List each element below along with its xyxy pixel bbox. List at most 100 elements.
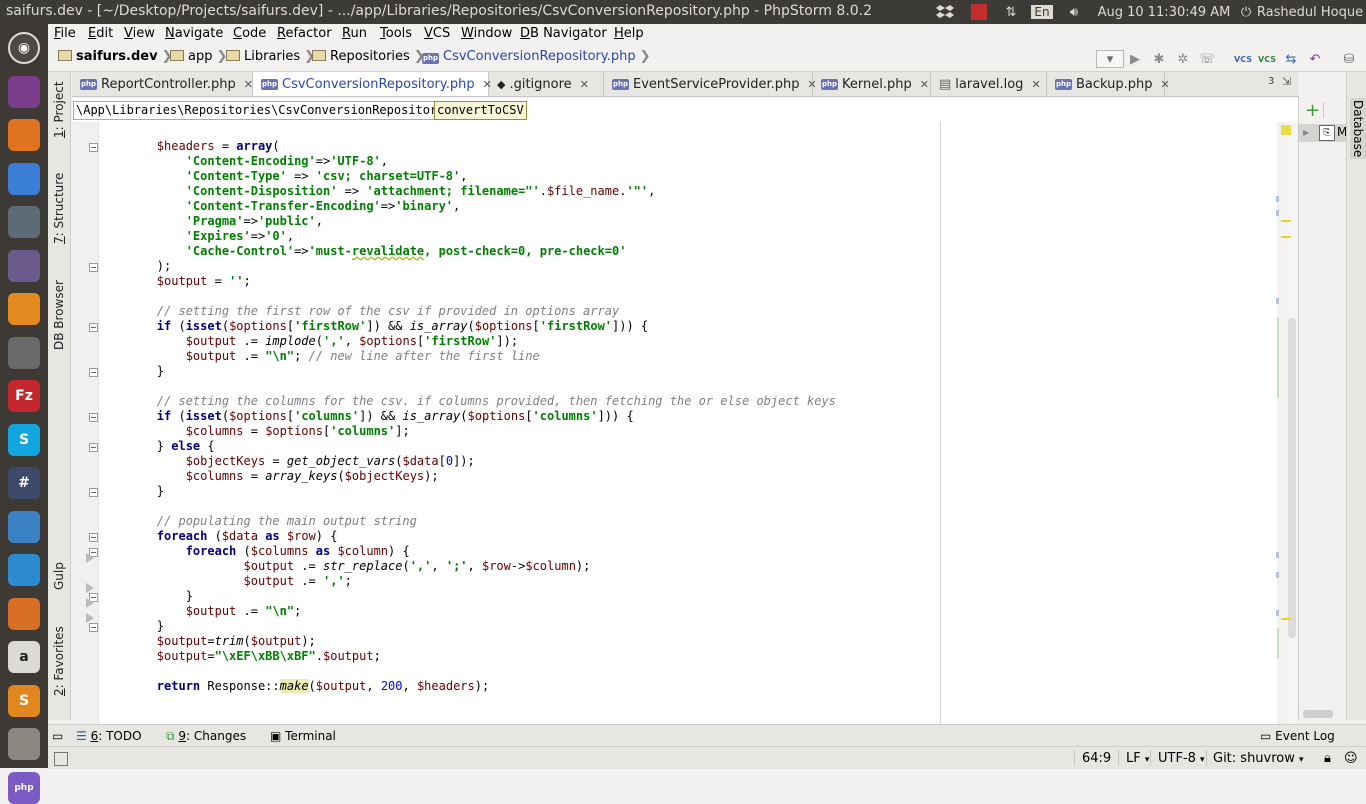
gimp-icon[interactable] [8,597,40,630]
network-icon[interactable]: ⇅ [998,0,1024,24]
method-crumb[interactable]: convertToCSV [434,101,527,120]
menu-code[interactable]: Code [233,26,266,41]
tool-structure[interactable]: 7: Structure [52,173,66,244]
compare-button[interactable]: ⇆ [1282,50,1300,68]
error-stripe[interactable] [1276,552,1279,558]
fold-marker[interactable] [89,143,98,152]
close-icon[interactable]: ✕ [1161,78,1170,91]
app-indicator-icon[interactable] [966,0,992,24]
tool-favorites[interactable]: 2: Favorites [52,626,66,696]
event-log-button[interactable]: ▭ Event Log [1260,729,1335,743]
nav-project[interactable]: saifurs.dev ❯ [58,49,172,64]
tool-project[interactable]: 1: Project [52,81,66,138]
error-stripe[interactable] [1276,572,1279,578]
inspection-status-icon[interactable] [1281,125,1291,135]
tool-gulp[interactable]: Gulp [52,562,66,590]
menu-view[interactable]: View [124,26,155,41]
skype-icon[interactable]: S [8,423,40,456]
menu-run[interactable]: Run [342,26,367,41]
warning-stripe[interactable] [1281,220,1291,222]
code-editor[interactable]: $headers = array( 'Content-Encoding'=>'U… [99,122,1277,724]
add-icon[interactable]: + [1305,100,1320,121]
slack-icon[interactable]: # [8,467,40,499]
run-config-dropdown[interactable]: ▾ [1096,50,1124,68]
fold-marker[interactable] [89,443,98,452]
restore-icon[interactable]: ⇲ [1282,75,1291,88]
close-icon[interactable]: ✕ [580,78,589,91]
fold-marker[interactable] [89,413,98,422]
menu-help[interactable]: Help [614,26,644,41]
lifebuoy-icon[interactable] [8,554,40,586]
tool-terminal[interactable]: ▣ Terminal [270,729,336,743]
phpstorm-icon[interactable]: php [8,771,40,804]
tab-gitignore[interactable]: ◆ .gitignore ✕ [489,72,604,96]
fold-marker[interactable] [89,368,98,377]
tab-csvconversionrepository-php[interactable]: php CsvConversionRepository.php ✕ [253,72,492,96]
line-separator[interactable]: LF ▾ [1126,751,1149,766]
app-grid-icon[interactable] [8,206,40,238]
scrollbar-thumb[interactable] [1288,318,1296,638]
menu-window[interactable]: Window [461,26,512,41]
warning-stripe[interactable] [1281,618,1291,620]
ubuntu-dash-icon[interactable]: ◉ [8,32,40,64]
fold-marker[interactable] [89,533,98,542]
tool-database[interactable]: Database [1350,98,1366,160]
tab-eventserviceprovider-php[interactable]: php EventServiceProvider.php ✕ [604,72,817,96]
toggle-panel-icon[interactable]: ▭ [52,729,63,743]
tab-overflow-indicator[interactable]: 3 [1268,76,1274,87]
debug-button[interactable]: ✱ [1150,50,1168,68]
tab-reportcontroller-php[interactable]: php ReportController.php ✕ [72,72,253,96]
hide-tool-windows-icon[interactable] [54,752,68,766]
vcs-commit-button[interactable]: VCS [1258,50,1276,68]
text-editor-icon[interactable] [8,510,40,543]
nav-item-libraries[interactable]: Libraries ❯ [226,49,315,64]
keyboard-layout-indicator[interactable]: En [1030,0,1054,24]
listen-debug-button[interactable]: ☏ [1198,50,1216,68]
storage-icon[interactable] [8,728,40,760]
fold-marker[interactable] [89,323,98,332]
amazon-icon[interactable]: a [8,641,40,673]
nav-item-app[interactable]: app ❯ [170,49,227,64]
change-marker[interactable] [1277,628,1279,658]
firefox-icon[interactable] [8,119,40,151]
nav-item-repositories[interactable]: Repositories ❯ [312,49,425,64]
caret-position[interactable]: 64:9 [1082,751,1111,766]
coverage-button[interactable]: ✲ [1174,50,1192,68]
avast-icon[interactable] [8,293,40,325]
close-icon[interactable]: ✕ [244,78,253,91]
editor-gutter[interactable] [72,122,99,724]
menu-vcs[interactable]: VCS [424,26,450,41]
lock-icon[interactable]: 🔒︎ [1324,751,1331,766]
error-stripe[interactable] [1276,610,1279,616]
dropbox-icon[interactable] [930,0,960,24]
revert-button[interactable]: ↶ [1306,50,1324,68]
vcs-update-button[interactable]: VCS [1234,50,1252,68]
user-name[interactable]: Rashedul Hoque [1256,0,1364,24]
database-console-button[interactable]: ⛁ [1340,50,1358,68]
db-tree-node[interactable]: ▶ ⎘ M [1299,124,1347,142]
nav-item-file[interactable]: php CsvConversionRepository.php ❯ [422,49,651,64]
atom-icon[interactable] [8,249,40,282]
tool-db-browser[interactable]: DB Browser [52,280,66,350]
clock[interactable]: Aug 10 11:30:49 AM [1094,0,1234,24]
toggle-icon[interactable] [8,336,40,369]
filezilla-icon[interactable]: Fz [8,380,40,412]
class-path-crumb[interactable]: \App\Libraries\Repositories\CsvConversio… [73,101,448,120]
error-stripe[interactable] [1276,210,1279,216]
sublime-icon[interactable]: S [8,684,40,717]
tab-kernel-php[interactable]: php Kernel.php ✕ [813,72,931,96]
chrome-icon[interactable] [8,162,40,195]
tab-backup-php[interactable]: php Backup.php ✕ [1047,72,1170,96]
inspector-icon[interactable]: ☺ [1344,751,1358,766]
tab-laravel-log[interactable]: ▤ laravel.log ✕ [931,72,1047,96]
menu-tools[interactable]: Tools [380,26,412,41]
file-encoding[interactable]: UTF-8 ▾ [1158,751,1205,766]
close-icon[interactable]: ✕ [1031,78,1040,91]
session-icon[interactable]: ⏻ [1236,0,1256,24]
error-stripe[interactable] [1276,298,1279,304]
menu-refactor[interactable]: Refactor [277,26,332,41]
menu-file[interactable]: File [54,26,76,41]
horizontal-scrollbar[interactable] [1303,710,1333,718]
files-icon[interactable] [8,75,40,108]
menu-navigate[interactable]: Navigate [165,26,223,41]
